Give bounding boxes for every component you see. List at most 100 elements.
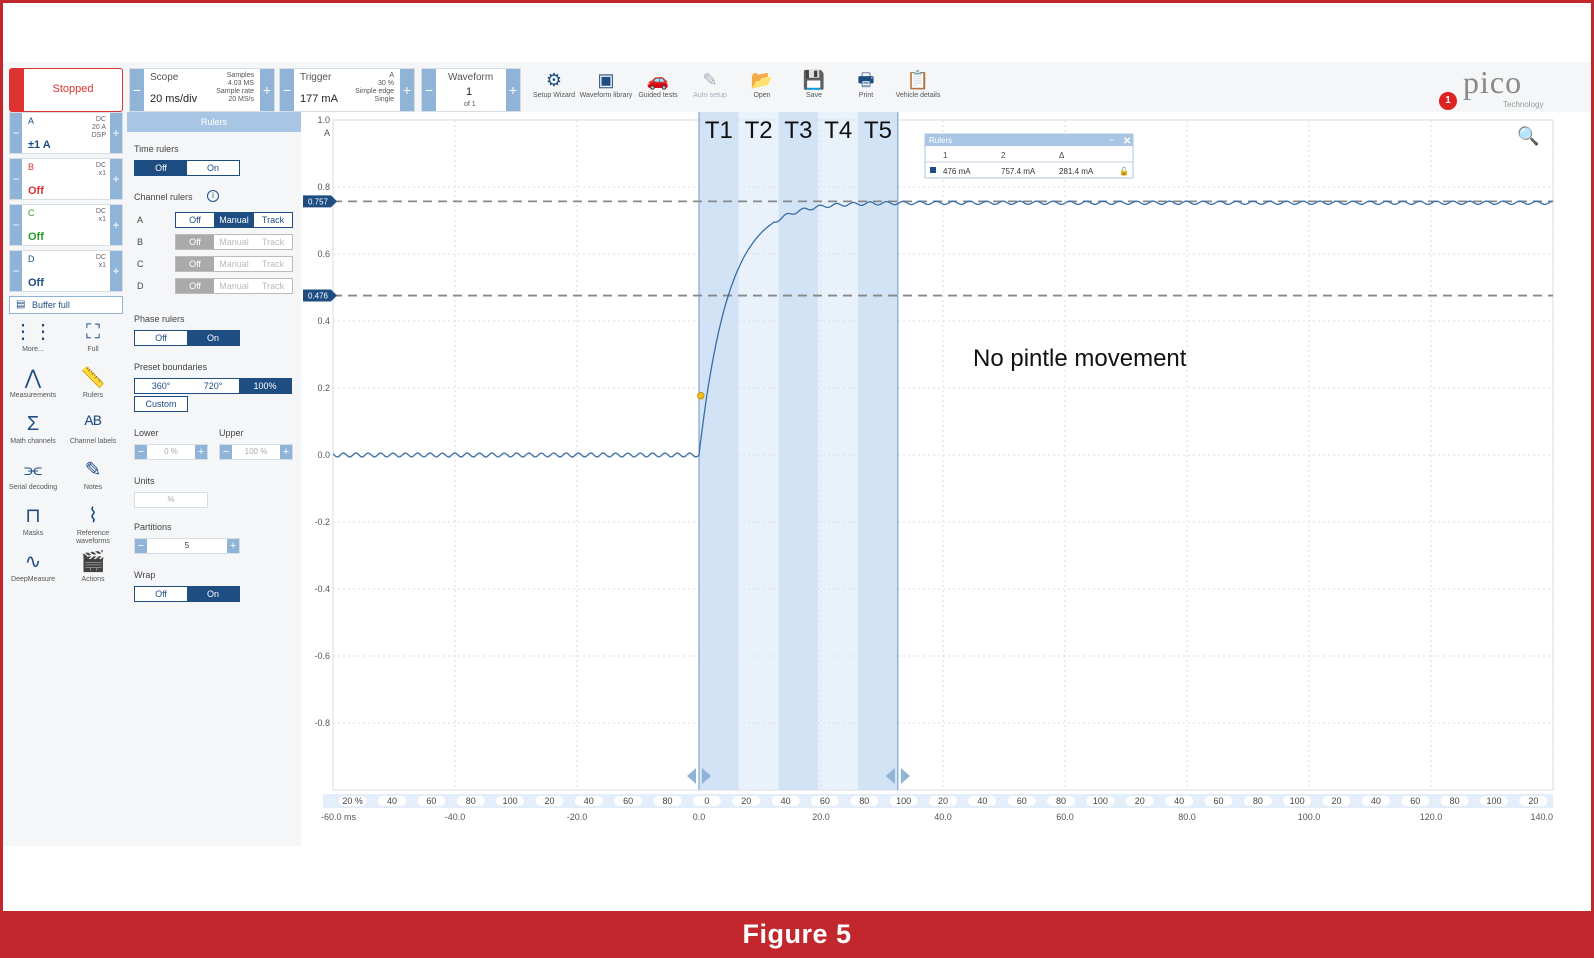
status-indicator: [10, 69, 24, 111]
rulers-table-cell: 757.4 mA: [1001, 167, 1036, 176]
trigger-marker[interactable]: [697, 392, 705, 400]
open-button[interactable]: 📂 Open: [735, 68, 789, 112]
preset-boundaries-toggle[interactable]: 360° 720° 100%: [134, 378, 292, 394]
masks-button[interactable]: ⊓ Masks: [5, 502, 61, 538]
start-stop-button[interactable]: Stopped: [9, 68, 123, 112]
timebase-increase-button[interactable]: +: [260, 69, 274, 111]
channel-ruler-label: D: [137, 281, 144, 291]
channel-a-ruler-toggle[interactable]: Off Manual Track: [175, 212, 293, 228]
serial-decoding-button[interactable]: ⫘ Serial decoding: [5, 456, 61, 492]
reference-waveforms-button[interactable]: ⌇ Reference waveforms: [65, 502, 121, 546]
trigger-level[interactable]: 177 mA: [300, 93, 338, 105]
ruler-partition: [738, 112, 779, 790]
rulers-table-column-header: Δ: [1059, 151, 1065, 160]
tool-label: Measurements: [9, 392, 57, 399]
wrap-toggle[interactable]: Off On: [134, 586, 240, 602]
scope-view[interactable]: 1.0 0.8 0.6 0.4 0.2 0.0 -0.2 -0.4 -0.6 -0.8 A 0.757…: [301, 112, 1591, 846]
channel-range[interactable]: Off: [28, 185, 44, 197]
ruler-partition-label: T5: [864, 117, 892, 144]
phase-scale-label: 100: [1290, 796, 1305, 806]
annotation-text: No pintle movement: [973, 345, 1187, 372]
channel-b-control[interactable]: − B DC x1 Off +: [9, 158, 123, 200]
serial-decoding-icon: ⫘: [24, 459, 42, 481]
actions-button[interactable]: 🎬 Actions: [65, 548, 121, 584]
range-decrease-button[interactable]: −: [10, 205, 22, 245]
time-rulers-label: Time rulers: [134, 144, 179, 154]
channel-range[interactable]: Off: [28, 231, 44, 243]
phase-scale-label: 40: [1174, 796, 1184, 806]
range-decrease-button[interactable]: −: [10, 159, 22, 199]
deepmeasure-button[interactable]: ∿ DeepMeasure: [5, 548, 61, 584]
units-field[interactable]: %: [134, 492, 208, 508]
tool-label: Full: [87, 346, 99, 353]
channel-c-ruler-toggle[interactable]: Off Manual Track: [175, 256, 293, 272]
save-button[interactable]: 💾 Save: [787, 68, 841, 112]
channel-c-control[interactable]: − C DC x1 Off +: [9, 204, 123, 246]
range-increase-button[interactable]: +: [110, 113, 122, 153]
vehicle-details-button[interactable]: 📋 Vehicle details: [891, 68, 945, 112]
waveform-prev-button[interactable]: −: [422, 69, 436, 111]
y-tick-label: 0.0: [317, 450, 330, 460]
time-rulers-toggle[interactable]: Off On: [134, 160, 240, 176]
trigger-label: Trigger: [300, 72, 332, 83]
waveform-next-button[interactable]: +: [506, 69, 520, 111]
folder-open-icon: 📂: [750, 70, 774, 90]
lock-icon[interactable]: 🔓: [1119, 166, 1129, 176]
partitions-stepper[interactable]: −5 +: [134, 538, 240, 554]
masks-icon: ⊓: [25, 505, 41, 527]
buffer-status[interactable]: ▤ Buffer full: [9, 296, 123, 314]
reference-waveforms-icon: ⌇: [88, 505, 98, 527]
channel-labels-button[interactable]: ᴬᴮ Channel labels: [65, 410, 121, 446]
notification-badge[interactable]: 1: [1439, 92, 1457, 110]
range-decrease-button[interactable]: −: [10, 251, 22, 291]
close-icon[interactable]: ✕: [1123, 136, 1131, 147]
waveform-plot[interactable]: 1.0 0.8 0.6 0.4 0.2 0.0 -0.2 -0.4 -0.6 -0.8 A 0.757…: [301, 112, 1591, 846]
trigger-increase-button[interactable]: +: [400, 69, 414, 111]
guided-tests-button[interactable]: 🚗 Guided tests: [631, 68, 685, 112]
auto-setup-button[interactable]: ✎ Auto setup: [683, 68, 737, 112]
range-increase-button[interactable]: +: [110, 205, 122, 245]
measurements-button[interactable]: ⋀ Measurements: [5, 364, 61, 400]
channel-range[interactable]: Off: [28, 277, 44, 289]
preset-custom-button[interactable]: Custom: [134, 396, 188, 412]
channel-range[interactable]: ±1 A: [28, 139, 51, 151]
pico-logo: pico: [1463, 64, 1523, 100]
range-increase-button[interactable]: +: [110, 251, 122, 291]
channel-name: B: [28, 162, 35, 172]
buffer-icon: ▤: [16, 299, 26, 310]
math-channels-button[interactable]: Σ Math channels: [5, 410, 61, 446]
setup-wizard-button[interactable]: ⚙ Setup Wizard: [527, 68, 581, 112]
timebase-value[interactable]: 20 ms/div: [150, 93, 197, 105]
trigger-decrease-button[interactable]: −: [280, 69, 294, 111]
waveform-index[interactable]: 1: [466, 86, 472, 98]
upper-stepper[interactable]: −100 % +: [219, 444, 293, 460]
channel-a-control[interactable]: − A DC 20 A DSP ±1 A +: [9, 112, 123, 154]
channel-d-ruler-toggle[interactable]: Off Manual Track: [175, 278, 293, 294]
info-icon[interactable]: i: [207, 190, 219, 202]
minimize-icon[interactable]: −: [1109, 135, 1114, 145]
channel-name: C: [28, 208, 35, 218]
waveform-library-button[interactable]: ▣ Waveform library: [579, 68, 633, 112]
channel-d-control[interactable]: − D DC x1 Off +: [9, 250, 123, 292]
status-label: Stopped: [52, 83, 94, 95]
timebase-decrease-button[interactable]: −: [130, 69, 144, 111]
picoscope-window: Stopped − Scope 20 ms/div Samples 4.03 M…: [3, 62, 1591, 846]
tool-label: Channel labels: [69, 438, 117, 445]
notes-button[interactable]: ✎ Notes: [65, 456, 121, 492]
range-decrease-button[interactable]: −: [10, 113, 22, 153]
full-button[interactable]: ⛶ Full: [65, 318, 121, 354]
zoom-icon[interactable]: 🔍: [1517, 124, 1539, 146]
tool-label: Serial decoding: [8, 484, 58, 491]
ruler-partition: [818, 112, 859, 790]
range-increase-button[interactable]: +: [110, 159, 122, 199]
phase-scale-label: 20: [1528, 796, 1538, 806]
lower-stepper[interactable]: −0 % +: [134, 444, 208, 460]
print-button[interactable]: 🖶 Print: [839, 68, 893, 112]
toolbar-button-label: Auto setup: [693, 92, 727, 99]
save-icon: 💾: [802, 70, 826, 90]
rulers-button[interactable]: 📏 Rulers: [65, 364, 121, 400]
phase-rulers-toggle[interactable]: Off On: [134, 330, 240, 346]
x-tick-label: -20.0: [567, 812, 588, 822]
channel-b-ruler-toggle[interactable]: Off Manual Track: [175, 234, 293, 250]
more-button[interactable]: ⋮⋮ More...: [5, 318, 61, 354]
